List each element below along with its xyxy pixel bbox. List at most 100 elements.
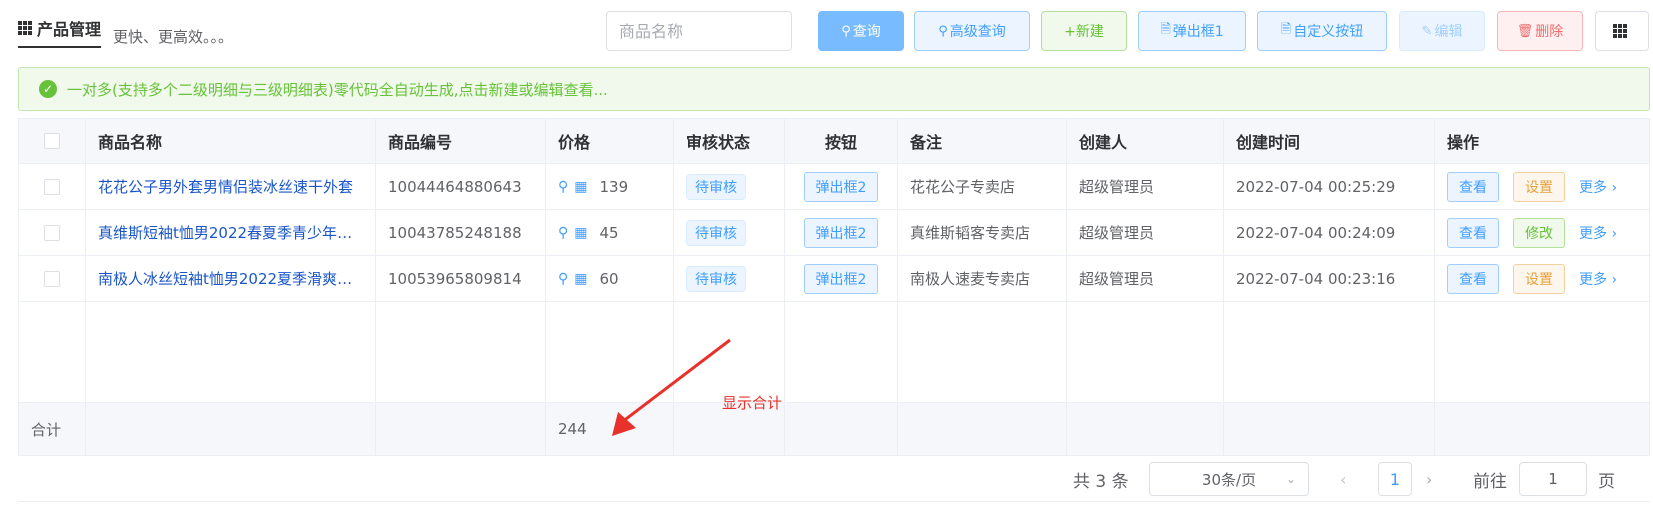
calendar-icon[interactable]: ▦ (574, 271, 587, 287)
product-name-link[interactable]: 南极人冰丝短袖t恤男2022夏季滑爽上衣 (98, 268, 364, 289)
price-value: 60 (599, 269, 619, 288)
goto-page-input[interactable] (1519, 462, 1587, 496)
button-cell: 弹出框2 (785, 164, 898, 209)
edit-button[interactable]: ✎ 编辑 (1399, 11, 1485, 51)
column-header[interactable]: 操作 (1435, 119, 1649, 163)
row-checkbox[interactable] (44, 178, 60, 195)
column-header[interactable]: 备注 (898, 119, 1067, 163)
delete-button[interactable]: 🗑 删除 (1497, 11, 1583, 51)
grid-icon (1612, 24, 1627, 38)
view-button[interactable]: 查看 (1447, 217, 1499, 248)
chevron-right-icon: › (1426, 469, 1433, 489)
product-name-search-input[interactable] (606, 11, 792, 51)
search-icon[interactable]: ⚲ (558, 179, 568, 195)
more-link[interactable]: 更多 › (1579, 177, 1617, 197)
price-value: 139 (599, 177, 629, 196)
table-header-row: 商品名称 商品编号 价格 审核状态 按钮 备注 创建人 创建时间 操作 (19, 119, 1649, 164)
chevron-right-icon: › (1607, 179, 1618, 196)
view-button[interactable]: 查看 (1447, 263, 1499, 294)
status-badge: 待审核 (686, 173, 746, 200)
product-name-cell: 真维斯短袖t恤男2022春夏季青少年上衣 (86, 210, 376, 255)
header-checkbox-cell (19, 119, 86, 163)
page-header: 产品管理 更快、更高效。。。 ⚲查询 ⚲高级查询 +新建 🗎弹出框1 🗎自定义按… (0, 0, 1653, 58)
product-name-link[interactable]: 真维斯短袖t恤男2022春夏季青少年上衣 (98, 222, 364, 243)
column-header[interactable]: 按钮 (785, 119, 898, 163)
query-button[interactable]: ⚲ 查询 (818, 11, 904, 51)
table-row[interactable]: 花花公子男外套男情侣装冰丝速干外套 10044464880643 ⚲ ▦ 139 … (19, 164, 1649, 210)
check-circle-icon: ✓ (39, 80, 57, 98)
settings-button[interactable]: 设置 (1513, 263, 1565, 294)
goto-label: 前往 (1473, 471, 1507, 492)
column-header[interactable]: 商品名称 (86, 119, 376, 163)
view-button[interactable]: 查看 (1447, 171, 1499, 202)
total-count: 共 3 条 (1073, 471, 1129, 492)
remark-cell: 南极人速麦专卖店 (898, 256, 1067, 301)
page-size-select[interactable]: 30条/页 ⌄ (1149, 462, 1309, 496)
more-link[interactable]: 更多 › (1579, 269, 1617, 289)
calendar-icon[interactable]: ▦ (574, 179, 587, 195)
chevron-right-icon: › (1607, 271, 1618, 288)
table-row[interactable]: 真维斯短袖t恤男2022春夏季青少年上衣 10043785248188 ⚲ ▦ 4… (19, 210, 1649, 256)
document-icon: 🗎 (1280, 22, 1292, 37)
column-header[interactable]: 创建时间 (1224, 119, 1435, 163)
new-button[interactable]: +新建 (1041, 11, 1127, 51)
dialog1-button[interactable]: 🗎 弹出框1 (1138, 11, 1246, 51)
modify-button[interactable]: 修改 (1513, 217, 1565, 248)
info-alert: ✓ 一对多(支持多个二级明细与三级明细表)零代码全自动生成,点击新建或编辑查看.… (18, 67, 1650, 111)
chevron-down-icon: ⌄ (1285, 472, 1296, 486)
product-code-cell: 10053965809814 (376, 256, 546, 301)
row-checkbox[interactable] (44, 224, 60, 241)
status-badge: 待审核 (686, 219, 746, 246)
page-subtitle: 更快、更高效。。。 (113, 28, 234, 46)
created-time-cell: 2022-07-04 00:25:29 (1224, 164, 1435, 209)
column-header[interactable]: 商品编号 (376, 119, 546, 163)
summary-row: 合计 244 (19, 402, 1649, 455)
created-time-cell: 2022-07-04 00:23:16 (1224, 256, 1435, 301)
button-cell: 弹出框2 (785, 210, 898, 255)
alert-message: 一对多(支持多个二级明细与三级明细表)零代码全自动生成,点击新建或编辑查看... (67, 80, 608, 99)
next-page-button[interactable]: › (1426, 462, 1432, 496)
remark-cell: 真维斯韬客专卖店 (898, 210, 1067, 255)
page-title: 产品管理 (18, 16, 102, 48)
creator-cell: 超级管理员 (1067, 210, 1224, 255)
product-code-cell: 10044464880643 (376, 164, 546, 209)
status-cell: 待审核 (674, 256, 785, 301)
page-number-current[interactable]: 1 (1378, 462, 1412, 496)
creator-cell: 超级管理员 (1067, 164, 1224, 209)
status-cell: 待审核 (674, 210, 785, 255)
operations-cell: 查看 修改 更多 › (1435, 210, 1649, 255)
dialog2-button[interactable]: 弹出框2 (803, 217, 879, 248)
dialog2-button[interactable]: 弹出框2 (803, 263, 879, 294)
product-name-cell: 花花公子男外套男情侣装冰丝速干外套 (86, 164, 376, 209)
advanced-query-button[interactable]: ⚲ 高级查询 (914, 11, 1030, 51)
status-cell: 待审核 (674, 164, 785, 209)
select-all-checkbox[interactable] (44, 133, 60, 149)
table-empty-area (19, 302, 1649, 402)
more-actions-button[interactable] (1595, 11, 1649, 51)
custom-button[interactable]: 🗎 自定义按钮 (1257, 11, 1387, 51)
prev-page-button[interactable]: ‹ (1340, 462, 1346, 496)
document-icon: 🗎 (1160, 22, 1171, 37)
page-suffix: 页 (1598, 471, 1615, 492)
summary-price-total: 244 (546, 403, 674, 455)
button-cell: 弹出框2 (785, 256, 898, 301)
search-icon[interactable]: ⚲ (558, 225, 568, 241)
calendar-icon[interactable]: ▦ (574, 225, 587, 241)
row-checkbox-cell (19, 164, 86, 209)
status-badge: 待审核 (686, 265, 746, 292)
column-header[interactable]: 价格 (546, 119, 674, 163)
product-name-link[interactable]: 花花公子男外套男情侣装冰丝速干外套 (98, 176, 353, 197)
chevron-right-icon: › (1607, 225, 1618, 242)
table-row[interactable]: 南极人冰丝短袖t恤男2022夏季滑爽上衣 10053965809814 ⚲ ▦ 6… (19, 256, 1649, 302)
search-icon: ⚲ (938, 23, 948, 39)
settings-button[interactable]: 设置 (1513, 171, 1565, 202)
dialog2-button[interactable]: 弹出框2 (803, 171, 879, 202)
row-checkbox[interactable] (44, 270, 60, 287)
page-title-text: 产品管理 (37, 20, 102, 39)
more-link[interactable]: 更多 › (1579, 223, 1617, 243)
price-cell: ⚲ ▦ 60 (546, 256, 674, 301)
row-checkbox-cell (19, 256, 86, 301)
column-header[interactable]: 创建人 (1067, 119, 1224, 163)
column-header[interactable]: 审核状态 (674, 119, 785, 163)
search-icon[interactable]: ⚲ (558, 271, 568, 287)
